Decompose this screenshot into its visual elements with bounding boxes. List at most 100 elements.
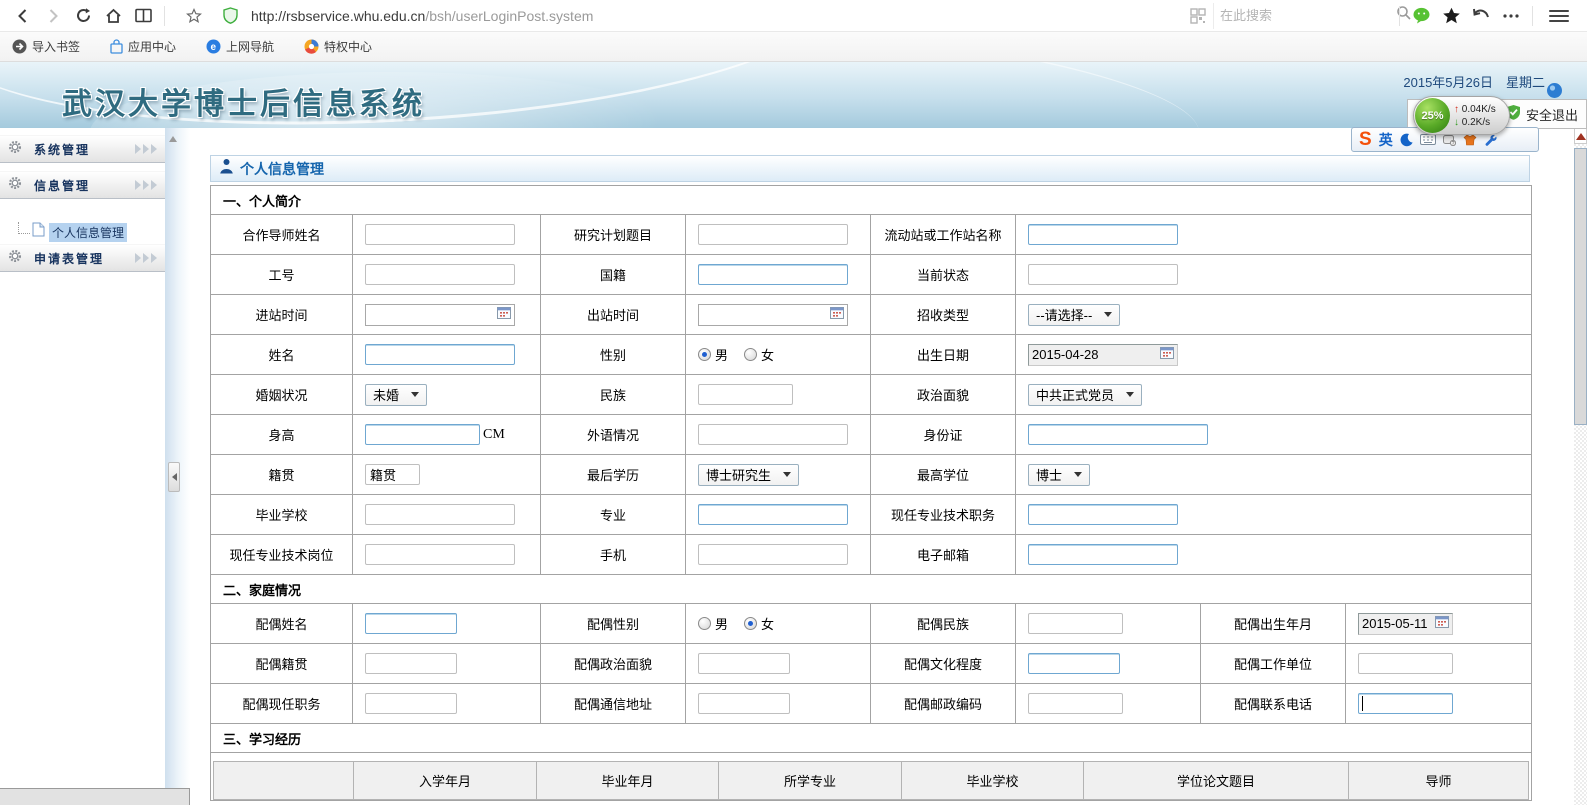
reading-mode-icon[interactable] <box>128 3 158 29</box>
spouse-current-position-input[interactable] <box>365 693 457 714</box>
form-row: 婚姻状况未婚民族政治面貌中共正式党员 <box>211 375 1532 415</box>
current-professional-title-input[interactable] <box>1028 504 1178 525</box>
logout-label: 安全退出 <box>1526 105 1578 124</box>
spouse-phone-input[interactable] <box>1358 693 1453 714</box>
bookmark-privilege-center[interactable]: 特权中心 <box>304 38 372 55</box>
sidebar-collapse-handle[interactable] <box>168 462 180 492</box>
address-bar[interactable]: http://rsbservice.whu.edu.cn/bsh/userLog… <box>171 2 1051 30</box>
station-name-input[interactable] <box>1028 224 1178 245</box>
recruit-type-select[interactable]: --请选择-- <box>1028 304 1120 326</box>
search-input[interactable] <box>1220 8 1396 23</box>
more-options-icon[interactable] <box>1496 3 1526 29</box>
sogou-logo-icon[interactable]: S <box>1359 130 1372 149</box>
content-area: 系统管理信息管理个人信息管理申请表管理 个人信息管理 一、个人简介合作导师姓名研… <box>0 128 1587 805</box>
current-professional-post-input[interactable] <box>365 544 515 565</box>
spouse-gender-radio-male[interactable] <box>698 617 711 630</box>
bookmark-import-bookmarks[interactable]: 导入书签 <box>12 38 80 55</box>
web-nav-icon: e <box>206 39 221 54</box>
spouse-mailing-address-input[interactable] <box>698 693 790 714</box>
nationality-input[interactable] <box>698 264 848 285</box>
wechat-icon[interactable] <box>1406 3 1436 29</box>
current-professional-post-label: 现任专业技术岗位 <box>211 535 353 575</box>
bookmark-star-icon[interactable] <box>179 3 209 29</box>
network-speed-widget[interactable]: 25% ↑ 0.04K/s ↓ 0.2K/s <box>1413 96 1510 135</box>
entry-date-datepicker[interactable] <box>365 304 515 326</box>
birth-date-label: 出生日期 <box>871 335 1016 375</box>
favorites-star-icon[interactable] <box>1436 3 1466 29</box>
spouse-employer-input[interactable] <box>1358 653 1453 674</box>
site-title: 武汉大学博士后信息系统 <box>62 79 425 123</box>
employee-id-input[interactable] <box>365 264 515 285</box>
keyboard-icon[interactable] <box>1420 134 1436 145</box>
gender-radio-female[interactable] <box>744 348 757 361</box>
last-education-select[interactable]: 博士研究生 <box>698 464 799 486</box>
calendar-icon[interactable] <box>830 306 844 324</box>
sidebar-item-info-management[interactable]: 信息管理 <box>0 171 165 199</box>
native-place-input[interactable] <box>365 464 420 485</box>
spouse-education-level-input[interactable] <box>1028 653 1120 674</box>
cosupervisor-name-input[interactable] <box>365 224 515 245</box>
sidebar-item-system-management[interactable]: 系统管理 <box>0 135 165 163</box>
scrollbar-up-button[interactable] <box>1574 128 1587 144</box>
political-status-select[interactable]: 中共正式党员 <box>1028 384 1142 406</box>
scrollbar-thumb[interactable] <box>1574 148 1587 425</box>
qr-code-icon[interactable] <box>1183 3 1213 29</box>
highest-degree-select[interactable]: 博士 <box>1028 464 1090 486</box>
forward-button[interactable] <box>38 3 68 29</box>
spouse-mailing-address-cell <box>686 684 871 724</box>
calendar-icon[interactable] <box>1160 346 1174 364</box>
refresh-button[interactable] <box>68 3 98 29</box>
graduate-school-input[interactable] <box>365 504 515 525</box>
mobile-phone-input[interactable] <box>698 544 848 565</box>
bookmark-web-nav[interactable]: e上网导航 <box>206 38 274 55</box>
research-plan-title-input[interactable] <box>698 224 848 245</box>
spouse-political-status-input[interactable] <box>698 653 790 674</box>
email-cell <box>1016 535 1532 575</box>
spouse-ethnicity-input[interactable] <box>1028 613 1123 634</box>
marital-status-select[interactable]: 未婚 <box>365 384 427 406</box>
undo-icon[interactable] <box>1466 3 1496 29</box>
person-name-input[interactable] <box>365 344 515 365</box>
menu-hamburger-icon[interactable] <box>1549 10 1569 22</box>
height-input[interactable] <box>365 424 480 445</box>
sidebar-subitem-personal-info-management[interactable]: 个人信息管理 <box>0 222 165 242</box>
spouse-gender-radio-female[interactable] <box>744 617 757 630</box>
url-text[interactable]: http://rsbservice.whu.edu.cn/bsh/userLog… <box>251 8 593 24</box>
study-col-header-0 <box>214 762 354 800</box>
spouse-name-label: 配偶姓名 <box>211 604 353 644</box>
highest-degree-cell: 博士 <box>1016 455 1532 495</box>
back-button[interactable] <box>8 3 38 29</box>
exit-date-datepicker[interactable] <box>698 304 848 326</box>
spouse-birth-date-datepicker[interactable]: 2015-05-11 <box>1358 613 1453 635</box>
major-input[interactable] <box>698 504 848 525</box>
bookmark-app-center[interactable]: 应用中心 <box>110 38 176 55</box>
political-status-label: 政治面貌 <box>871 375 1016 415</box>
ime-language-toggle[interactable]: 英 <box>1379 130 1393 150</box>
spouse-native-place-input[interactable] <box>365 653 457 674</box>
person-name-label: 姓名 <box>211 335 353 375</box>
spouse-postcode-input[interactable] <box>1028 693 1123 714</box>
foreign-language-label: 外语情况 <box>541 415 686 455</box>
home-button[interactable] <box>98 3 128 29</box>
security-shield-icon[interactable] <box>215 3 245 29</box>
foreign-language-input[interactable] <box>698 424 848 445</box>
person-icon <box>219 158 234 179</box>
page-scrollbar[interactable] <box>1574 128 1587 805</box>
birth-date-datepicker[interactable]: 2015-04-28 <box>1028 344 1178 366</box>
skin-tshirt-icon[interactable] <box>1463 134 1477 146</box>
gender-radio-male[interactable] <box>698 348 711 361</box>
scroll-up-icon[interactable] <box>169 136 177 142</box>
current-status-input[interactable] <box>1028 264 1178 285</box>
calendar-icon[interactable] <box>497 306 511 324</box>
current-professional-title-label: 现任专业技术职务 <box>871 495 1016 535</box>
calendar-icon[interactable] <box>1435 615 1449 633</box>
birth-date-value: 2015-04-28 <box>1032 347 1099 362</box>
spouse-name-input[interactable] <box>365 613 457 634</box>
email-input[interactable] <box>1028 544 1178 565</box>
moon-icon[interactable] <box>1400 133 1413 147</box>
form-row: 配偶姓名配偶性别男女配偶民族配偶出生年月2015-05-11 <box>211 604 1532 644</box>
id-card-input[interactable] <box>1028 424 1208 445</box>
ethnicity-input[interactable] <box>698 384 793 405</box>
browser-window: http://rsbservice.whu.edu.cn/bsh/userLog… <box>0 0 1587 805</box>
sidebar-item-application-form-management[interactable]: 申请表管理 <box>0 244 165 272</box>
